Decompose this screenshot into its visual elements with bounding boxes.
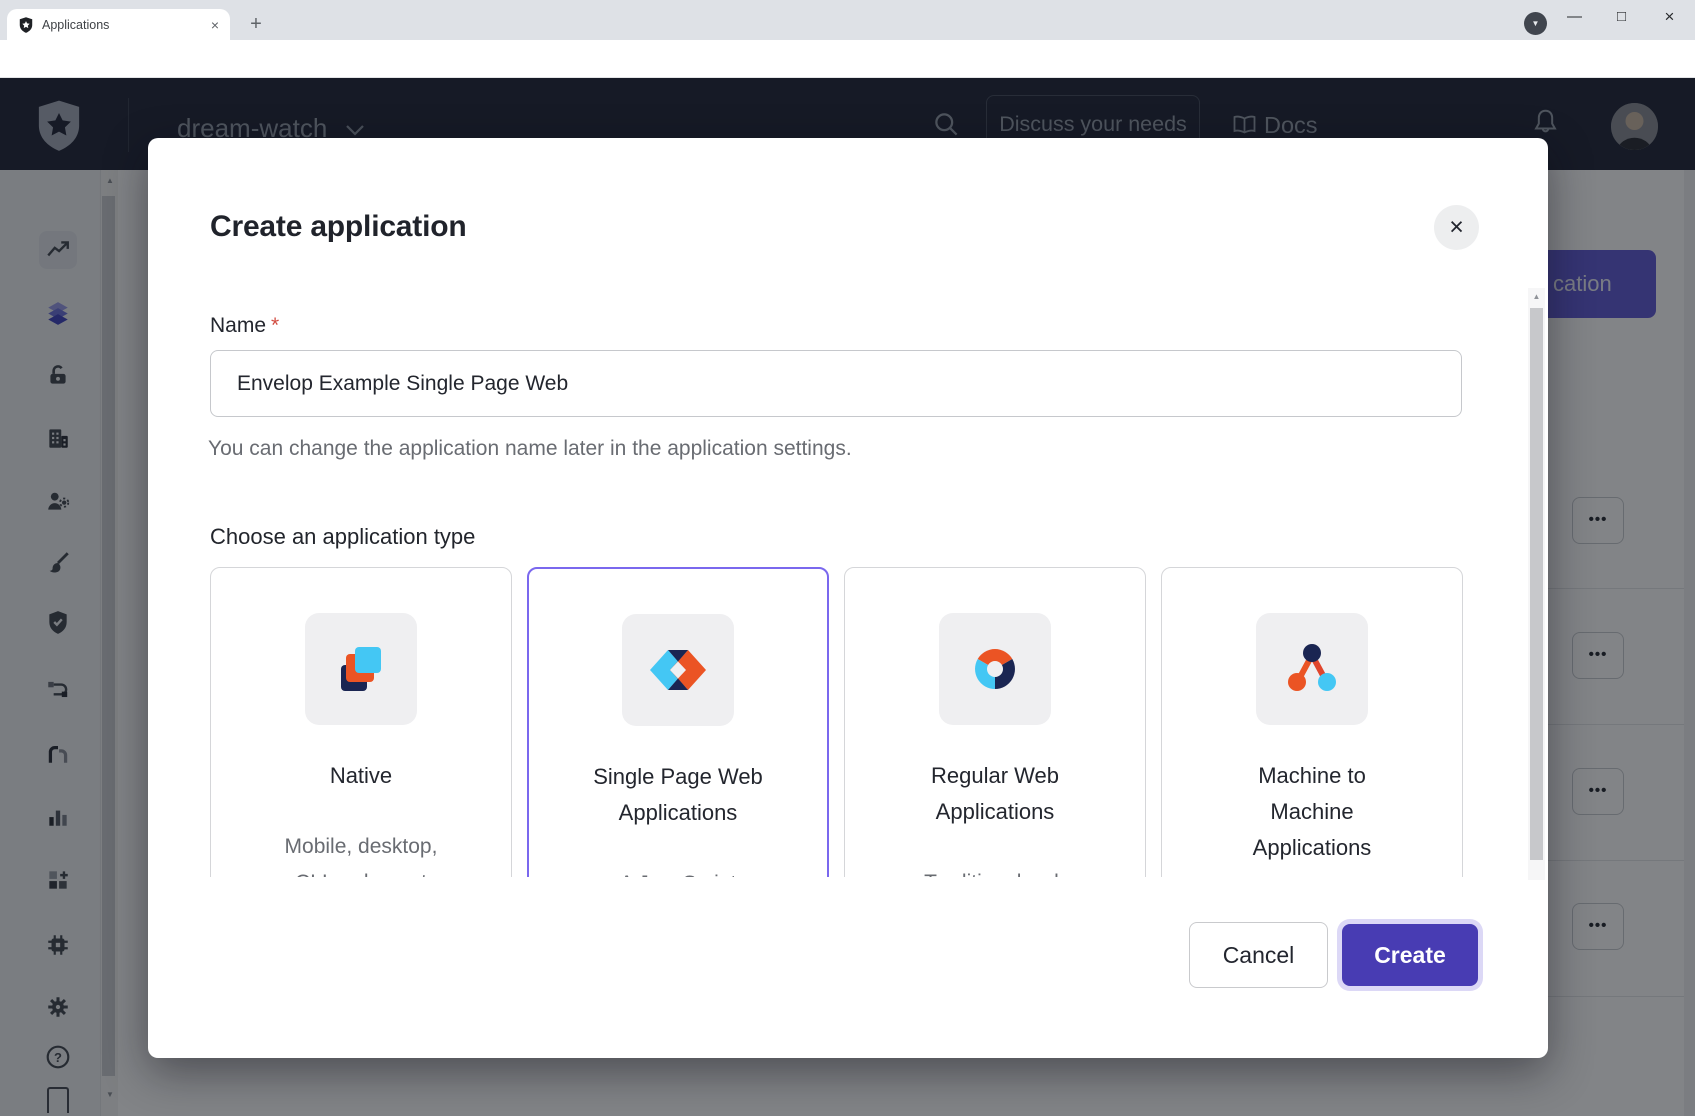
name-label: Name* bbox=[210, 314, 279, 338]
card-title: Single Page Web Applications bbox=[589, 759, 767, 831]
new-tab-button[interactable]: + bbox=[244, 13, 268, 37]
tab-title: Applications bbox=[42, 18, 206, 32]
browser-toolbar: ← → ↻ manage.auth0.com/dashboard/eu/drea… bbox=[0, 40, 1695, 78]
window-minimize-button[interactable]: — bbox=[1551, 0, 1598, 34]
modal-title: Create application bbox=[210, 210, 466, 244]
modal-scroll-up-icon[interactable]: ▲ bbox=[1528, 290, 1545, 304]
regular-web-app-icon bbox=[939, 613, 1051, 725]
spa-app-icon bbox=[622, 614, 734, 726]
auth0-favicon-icon bbox=[18, 17, 34, 33]
machine-to-machine-app-icon bbox=[1256, 613, 1368, 725]
card-description: A JavaScript bbox=[589, 866, 767, 877]
name-help-text: You can change the application name late… bbox=[208, 437, 852, 461]
create-button[interactable]: Create bbox=[1342, 924, 1478, 986]
browser-tab[interactable]: Applications × bbox=[7, 9, 230, 40]
screen: Applications × + ▼ — □ × ← → ↻ manage.au… bbox=[0, 0, 1695, 1116]
window-close-button[interactable]: × bbox=[1646, 0, 1693, 34]
browser-tabstrip: Applications × + ▼ — □ × bbox=[0, 0, 1695, 40]
card-single-page-web[interactable]: Single Page Web Applications A JavaScrip… bbox=[527, 567, 829, 877]
required-asterisk: * bbox=[271, 314, 279, 337]
application-name-input[interactable] bbox=[210, 350, 1462, 417]
card-title: Machine to Machine Applications bbox=[1223, 758, 1401, 866]
card-title: Regular Web Applications bbox=[906, 758, 1084, 830]
application-type-cards: Native Mobile, desktop, CLI and smart Si… bbox=[210, 567, 1463, 877]
card-description: Traditional web bbox=[906, 865, 1084, 877]
card-description: Mobile, desktop, CLI and smart bbox=[272, 829, 450, 877]
tab-search-icon[interactable]: ▼ bbox=[1524, 12, 1547, 35]
modal-scrollbar-thumb[interactable] bbox=[1530, 308, 1543, 860]
cancel-button[interactable]: Cancel bbox=[1189, 922, 1328, 988]
create-application-modal: Create application × Name* You can chang… bbox=[148, 138, 1548, 1058]
card-title: Native bbox=[272, 758, 450, 794]
application-type-heading: Choose an application type bbox=[210, 524, 475, 550]
modal-close-button[interactable]: × bbox=[1434, 205, 1479, 250]
tab-close-icon[interactable]: × bbox=[206, 17, 224, 33]
card-machine-to-machine[interactable]: Machine to Machine Applications bbox=[1161, 567, 1463, 877]
card-regular-web[interactable]: Regular Web Applications Traditional web bbox=[844, 567, 1146, 877]
native-app-icon bbox=[305, 613, 417, 725]
card-native[interactable]: Native Mobile, desktop, CLI and smart bbox=[210, 567, 512, 877]
window-maximize-button[interactable]: □ bbox=[1598, 0, 1645, 34]
